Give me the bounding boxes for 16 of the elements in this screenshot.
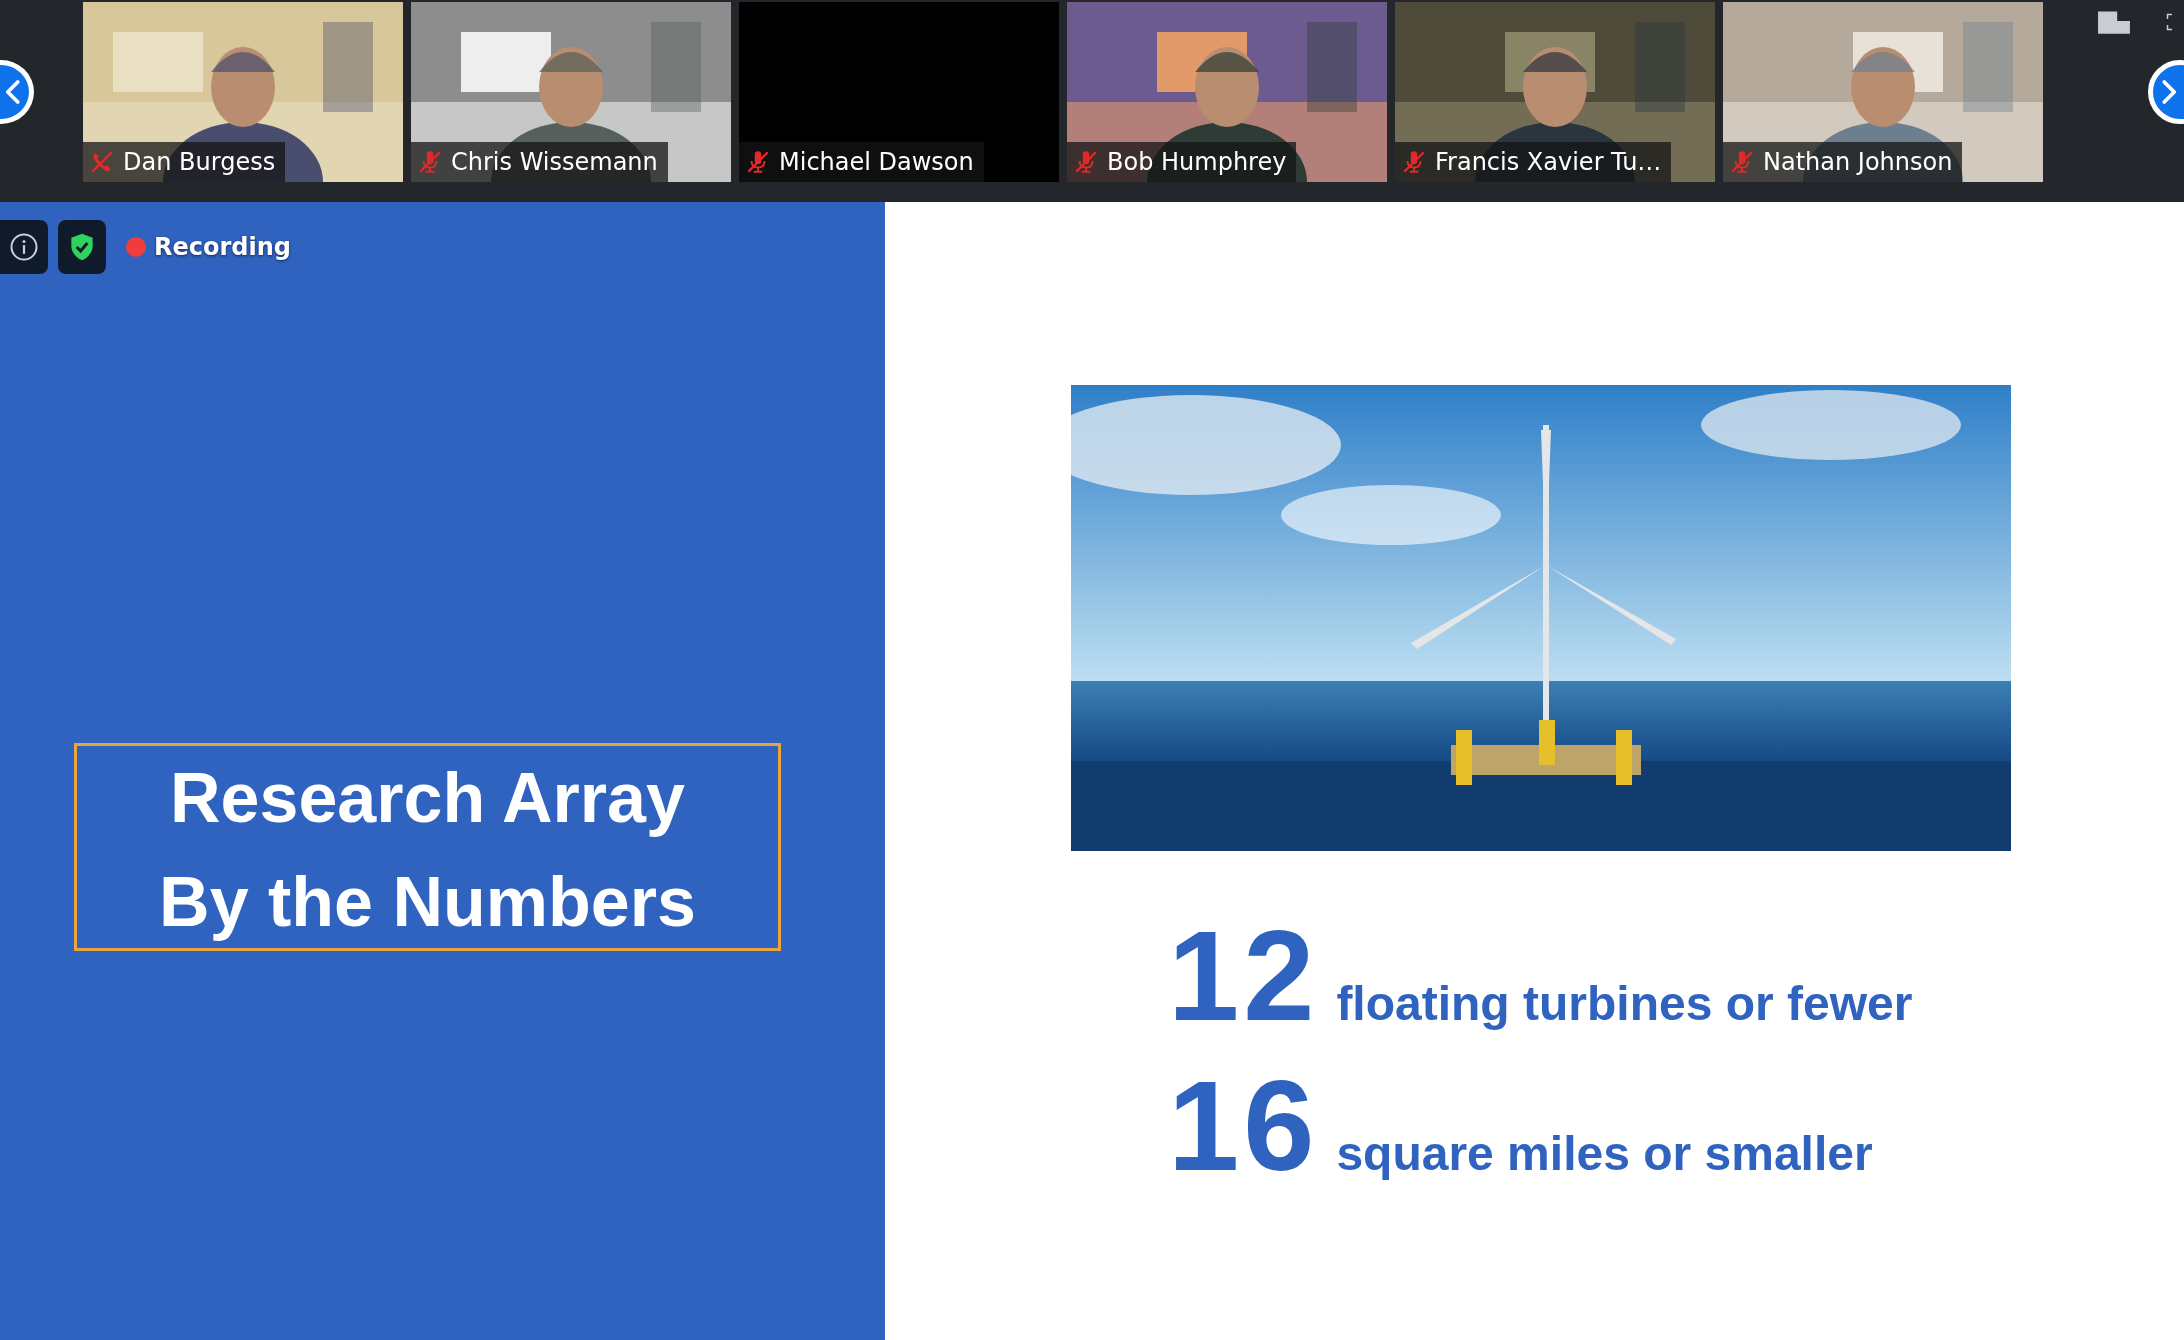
security-button[interactable] bbox=[58, 220, 106, 274]
layout-icon[interactable] bbox=[2097, 9, 2131, 35]
participant-name: Bob Humphrey bbox=[1107, 148, 1287, 176]
participant-name: Dan Burgess bbox=[123, 148, 276, 176]
participant-name: Michael Dawson bbox=[779, 148, 974, 176]
participant-name: Nathan Johnson bbox=[1763, 148, 1953, 176]
participant-name: Chris Wissemann bbox=[451, 148, 658, 176]
participant-name: Francis Xavier Tu… bbox=[1435, 148, 1662, 176]
stat-number: 12 bbox=[1168, 911, 1319, 1041]
slide-title: Research Array By the Numbers bbox=[74, 743, 781, 951]
recording-label: Recording bbox=[154, 233, 291, 261]
stat-label: square miles or smaller bbox=[1336, 1126, 1873, 1181]
info-button[interactable] bbox=[0, 220, 48, 274]
stat-number: 16 bbox=[1168, 1061, 1319, 1191]
info-icon bbox=[9, 232, 39, 262]
stat-label: floating turbines or fewer bbox=[1336, 976, 1913, 1031]
